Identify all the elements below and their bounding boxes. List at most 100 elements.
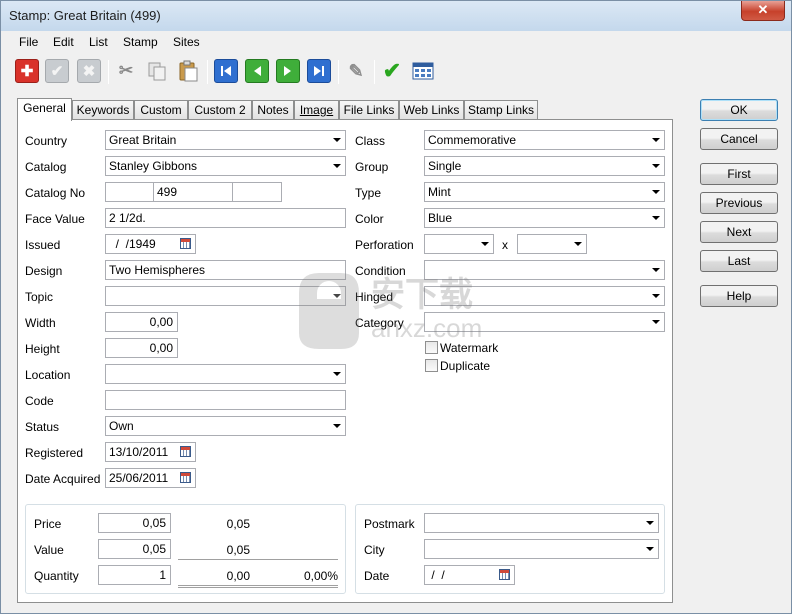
title-bar[interactable]: Stamp: Great Britain (499) ✕ [1,1,791,31]
registered-date-field[interactable]: 13/10/2011 [105,442,196,462]
group-combo[interactable]: Single [424,156,665,176]
menu-list[interactable]: List [89,35,108,49]
chevron-down-icon [574,242,582,246]
chevron-down-icon [652,268,660,272]
postmark-combo[interactable] [424,513,659,533]
calendar-icon [499,569,510,580]
cut-icon: ✂ [118,61,134,80]
window-title: Stamp: Great Britain (499) [9,8,161,23]
calendar-icon [180,472,191,483]
calendar-icon [180,446,191,457]
chevron-down-icon [646,547,654,551]
catalog-no-prefix-field[interactable] [105,182,154,202]
first-record-icon[interactable] [214,59,238,83]
value-field[interactable]: 0,05 [98,539,171,559]
ok-button[interactable]: OK [700,99,778,121]
topic-label: Topic [25,290,54,304]
menu-sites[interactable]: Sites [173,35,200,49]
code-label: Code [25,394,54,408]
first-button[interactable]: First [700,163,778,185]
code-field[interactable] [105,390,346,410]
status-combo[interactable]: Own [105,416,346,436]
tab-notes[interactable]: Notes [252,100,294,120]
class-combo[interactable]: Commemorative [424,130,665,150]
next-button[interactable]: Next [700,221,778,243]
menu-file[interactable]: File [19,35,38,49]
perforation-separator: x [502,238,508,252]
country-label: Country [25,134,68,148]
face-value-field[interactable]: 2 1/2d. [105,208,346,228]
next-record-icon[interactable] [276,59,300,83]
height-label: Height [25,342,60,356]
postmark-label: Postmark [364,517,415,531]
menu-edit[interactable]: Edit [53,35,74,49]
chevron-down-icon [652,164,660,168]
price-field[interactable]: 0,05 [98,513,171,533]
design-label: Design [25,264,63,278]
grid-icon[interactable] [411,59,435,83]
tab-image[interactable]: Image [294,100,339,120]
tab-custom[interactable]: Custom [134,100,188,120]
quantity-total: 0,00 [226,569,250,583]
perforation-combo-2[interactable] [517,234,587,254]
chevron-down-icon [652,190,660,194]
accept-icon[interactable]: ✔ [380,58,404,83]
width-label: Width [25,316,56,330]
duplicate-checkbox[interactable] [425,359,438,372]
add-icon[interactable]: ✚ [15,59,39,83]
catalog-label: Catalog [25,160,67,174]
city-combo[interactable] [424,539,659,559]
tab-stamp-links[interactable]: Stamp Links [464,100,538,120]
help-button[interactable]: Help [700,285,778,307]
cancel-button[interactable]: Cancel [700,128,778,150]
stamp-dialog: Stamp: Great Britain (499) ✕ File Edit L… [0,0,792,614]
last-record-icon[interactable] [307,59,331,83]
type-combo[interactable]: Mint [424,182,665,202]
color-label: Color [355,212,384,226]
face-value-label: Face Value [25,212,85,226]
issued-date-field[interactable]: / /1949 [105,234,196,254]
pricing-group: Price 0,05 0,05 Value 0,05 0,05 Quantity… [25,504,346,594]
country-combo[interactable]: Great Britain [105,130,346,150]
close-button[interactable]: ✕ [741,1,785,21]
height-field[interactable]: 0,00 [105,338,178,358]
previous-button[interactable]: Previous [700,192,778,214]
tab-file-links[interactable]: File Links [339,100,399,120]
quantity-label: Quantity [34,569,79,583]
catalog-combo[interactable]: Stanley Gibbons [105,156,346,176]
site-watermark-logo: 安下载 anxz.com [289,263,509,353]
quantity-total-underline [178,585,338,588]
perforation-combo-1[interactable] [424,234,494,254]
chevron-down-icon [652,138,660,142]
previous-record-icon[interactable] [245,59,269,83]
quantity-percent: 0,00% [303,569,338,583]
color-combo[interactable]: Blue [424,208,665,228]
tab-keywords[interactable]: Keywords [72,100,134,120]
paste-icon[interactable] [176,59,200,83]
chevron-down-icon [333,424,341,428]
tab-general[interactable]: General [17,98,72,121]
date-acquired-field[interactable]: 25/06/2011 [105,468,196,488]
chevron-down-icon [481,242,489,246]
group-label: Group [355,160,389,174]
postmark-date-field[interactable]: / / [424,565,515,585]
edit-icon: ✎ [348,60,364,81]
width-field[interactable]: 0,00 [105,312,178,332]
price-total: 0,05 [226,517,250,531]
copy-icon [145,59,169,83]
catalog-no-suffix-field[interactable] [232,182,282,202]
postmark-group: Postmark City Date / / [355,504,665,594]
tab-web-links[interactable]: Web Links [399,100,464,120]
chevron-down-icon [333,138,341,142]
quantity-field[interactable]: 1 [98,565,171,585]
catalog-no-field[interactable]: 499 [153,182,233,202]
tab-custom-2[interactable]: Custom 2 [188,100,252,120]
menu-stamp[interactable]: Stamp [123,35,158,49]
chevron-down-icon [652,216,660,220]
last-button[interactable]: Last [700,250,778,272]
location-combo[interactable] [105,364,346,384]
catalog-no-label: Catalog No [25,186,86,200]
registered-label: Registered [25,446,84,460]
watermark-subtext: anxz.com [371,313,483,343]
check-disabled-icon: ✔ [45,59,69,83]
